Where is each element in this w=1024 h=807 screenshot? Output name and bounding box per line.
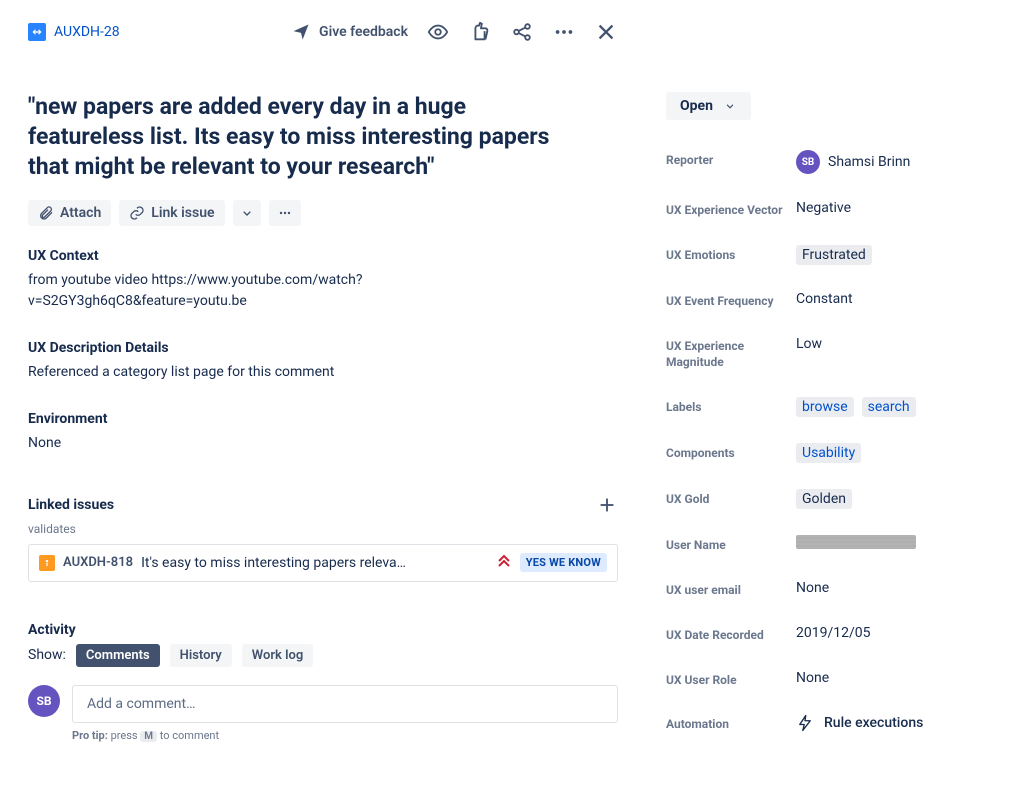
link-issue-dropdown[interactable]	[233, 200, 261, 226]
feedback-label: Give feedback	[319, 24, 408, 40]
label-browse[interactable]: browse	[796, 397, 854, 417]
status-dropdown[interactable]: Open	[666, 92, 751, 120]
watch-icon[interactable]	[426, 20, 450, 44]
useremail-label: UX user email	[666, 580, 796, 599]
link-issue-label: Link issue	[151, 205, 214, 221]
link-issue-button[interactable]: Link issue	[119, 200, 224, 226]
ux-gold-label: UX Gold	[666, 489, 796, 508]
breadcrumb[interactable]: AUXDH-28	[28, 23, 120, 41]
current-user-avatar: SB	[28, 685, 60, 717]
tab-worklog[interactable]: Work log	[242, 644, 313, 667]
components-label: Components	[666, 443, 796, 462]
component-usability[interactable]: Usability	[796, 443, 861, 463]
priority-icon	[496, 553, 512, 573]
issue-title[interactable]: "new papers are added every day in a hug…	[28, 92, 568, 182]
username-value[interactable]	[796, 535, 996, 549]
top-bar: AUXDH-28 Give feedback	[28, 20, 618, 44]
magnitude-value[interactable]: Low	[796, 336, 996, 352]
user-role-value[interactable]: None	[796, 670, 996, 686]
labels-value[interactable]: browse search	[796, 397, 996, 417]
frequency-label: UX Event Frequency	[666, 291, 796, 310]
action-row: Attach Link issue	[28, 200, 618, 226]
emotions-value[interactable]: Frustrated	[796, 245, 996, 265]
issue-key-link[interactable]: AUXDH-28	[54, 24, 120, 40]
redacted-username	[796, 535, 916, 549]
tab-comments[interactable]: Comments	[76, 644, 160, 667]
add-linked-issue-button[interactable]	[596, 494, 618, 516]
vector-value[interactable]: Negative	[796, 200, 996, 216]
comment-input[interactable]: Add a comment…	[72, 685, 618, 723]
ux-context-label: UX Context	[28, 248, 618, 264]
issue-type-icon	[28, 23, 46, 41]
ux-desc-label: UX Description Details	[28, 340, 618, 356]
more-actions-icon[interactable]	[552, 20, 576, 44]
rule-executions-link[interactable]: Rule executions	[796, 714, 996, 732]
share-icon[interactable]	[510, 20, 534, 44]
automation-label: Automation	[666, 714, 796, 733]
close-icon[interactable]	[594, 20, 618, 44]
reporter-label: Reporter	[666, 150, 796, 169]
linked-issues-header: Linked issues	[28, 497, 114, 513]
magnitude-label: UX Experience Magnitude	[666, 336, 796, 372]
linked-issue-card[interactable]: AUXDH-818 It's easy to miss interesting …	[28, 544, 618, 582]
components-value[interactable]: Usability	[796, 443, 996, 463]
status-label: Open	[680, 98, 713, 114]
top-actions: Give feedback	[291, 20, 618, 44]
linked-issue-type-icon	[39, 555, 55, 571]
frequency-value[interactable]: Constant	[796, 291, 996, 307]
activity-header: Activity	[28, 622, 618, 638]
attach-button[interactable]: Attach	[28, 200, 111, 226]
date-recorded-value[interactable]: 2019/12/05	[796, 625, 996, 641]
environment-value: None	[28, 433, 618, 454]
pro-tip: Pro tip: press M to comment	[72, 729, 618, 742]
vote-icon[interactable]	[468, 20, 492, 44]
vector-label: UX Experience Vector	[666, 200, 796, 219]
date-recorded-label: UX Date Recorded	[666, 625, 796, 644]
ux-gold-value[interactable]: Golden	[796, 489, 996, 509]
username-label: User Name	[666, 535, 796, 554]
ux-context-value: from youtube video https://www.youtube.c…	[28, 270, 388, 312]
linked-issue-key[interactable]: AUXDH-818	[63, 555, 133, 570]
label-search[interactable]: search	[862, 397, 916, 417]
user-role-label: UX User Role	[666, 670, 796, 689]
ux-desc-value: Referenced a category list page for this…	[28, 362, 618, 383]
linked-issue-summary: It's easy to miss interesting papers rel…	[141, 555, 488, 571]
emotions-label: UX Emotions	[666, 245, 796, 264]
environment-label: Environment	[28, 411, 618, 427]
useremail-value[interactable]: None	[796, 580, 996, 596]
tab-history[interactable]: History	[170, 644, 232, 667]
reporter-value[interactable]: SB Shamsi Brinn	[796, 150, 996, 174]
reporter-name: Shamsi Brinn	[828, 154, 910, 170]
give-feedback-button[interactable]: Give feedback	[291, 22, 408, 42]
labels-label: Labels	[666, 397, 796, 416]
show-label: Show:	[28, 647, 66, 663]
reporter-avatar: SB	[796, 150, 820, 174]
attach-label: Attach	[60, 205, 101, 221]
more-content-actions[interactable]	[269, 200, 301, 226]
linked-issue-status: YES WE KNOW	[520, 553, 607, 572]
link-relation-label: validates	[28, 522, 618, 536]
